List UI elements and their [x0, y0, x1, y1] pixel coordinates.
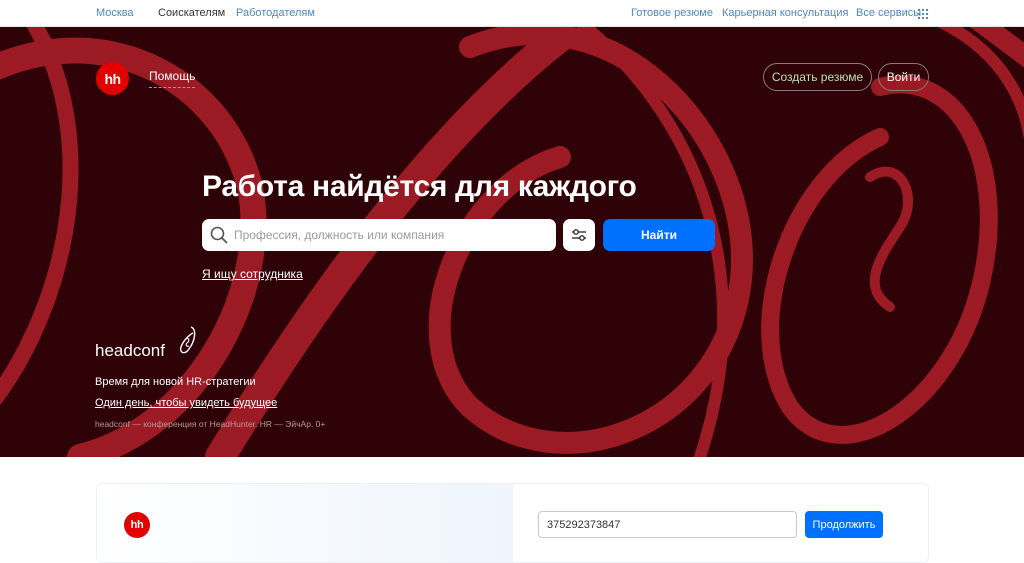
hero-banner: hh Помощь Создать резюме Войти Работа на… — [0, 27, 1024, 457]
tab-seekers[interactable]: Соискателям — [158, 7, 225, 19]
find-button[interactable]: Найти — [603, 219, 715, 251]
top-navigation: Москва Соискателям Работодателям Готовое… — [0, 0, 1024, 27]
city-selector[interactable]: Москва — [96, 7, 134, 19]
phone-input[interactable] — [538, 511, 797, 538]
login-card-promo: hh — [97, 484, 513, 562]
page-title: Работа найдётся для каждого — [202, 170, 637, 203]
apps-grid-icon[interactable] — [918, 9, 928, 19]
create-resume-button[interactable]: Создать резюме — [763, 63, 872, 91]
employer-search-link[interactable]: Я ищу сотрудника — [202, 267, 303, 281]
continue-button[interactable]: Продолжить — [805, 511, 883, 538]
search-box[interactable] — [202, 219, 556, 251]
conference-link[interactable]: Один день, чтобы увидеть будущее — [95, 397, 277, 409]
hh-logo[interactable]: hh — [96, 62, 129, 95]
hh-logo-small: hh — [124, 512, 150, 538]
search-input[interactable] — [234, 219, 549, 251]
login-button[interactable]: Войти — [878, 63, 929, 91]
all-services-link[interactable]: Все сервисы — [856, 7, 921, 19]
conference-tagline: Время для новой HR-стратегии — [95, 376, 256, 388]
career-consultation-link[interactable]: Карьерная консультация — [722, 7, 848, 19]
ready-resume-link[interactable]: Готовое резюме — [631, 7, 713, 19]
headconf-logo-text[interactable]: headconf — [95, 341, 165, 361]
search-icon — [210, 226, 228, 244]
help-link[interactable]: Помощь — [149, 69, 196, 88]
headconf-mark-icon — [179, 326, 196, 354]
tab-employers[interactable]: Работодателям — [236, 7, 315, 19]
conference-note: headconf — конференция от HeadHunter. HR… — [95, 419, 326, 429]
advanced-search-button[interactable] — [563, 219, 595, 251]
filter-sliders-icon — [572, 229, 586, 241]
login-card: hh Продолжить — [96, 483, 929, 563]
